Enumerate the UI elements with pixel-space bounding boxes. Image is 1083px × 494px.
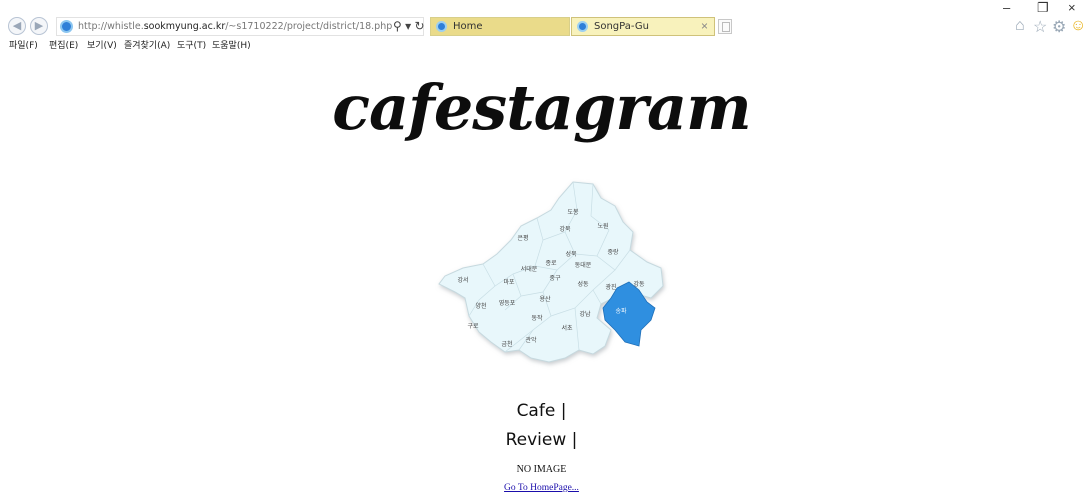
menu-view[interactable]: 보기(V) bbox=[87, 38, 117, 51]
minimize-icon[interactable]: – bbox=[1003, 0, 1010, 15]
gear-icon[interactable]: ⚙ bbox=[1052, 17, 1066, 37]
district-label: 강서 bbox=[457, 276, 468, 284]
home-icon[interactable]: ⌂ bbox=[1015, 17, 1025, 35]
menu-edit[interactable]: 편집(E) bbox=[49, 38, 78, 51]
browser-chrome: ◀ ▶ http://whistle.sookmyung.ac.kr/~s171… bbox=[0, 0, 1083, 51]
district-label: 금천 bbox=[501, 340, 512, 348]
search-refresh-icon[interactable]: ⚲ ▾ ↻ bbox=[393, 19, 425, 33]
tab-label: Home bbox=[453, 21, 483, 32]
district-label: 강동 bbox=[633, 280, 645, 288]
tab-songpa[interactable]: SongPa-Gu × bbox=[571, 17, 715, 36]
district-label: 강남 bbox=[579, 310, 591, 318]
forward-button[interactable]: ▶ bbox=[30, 17, 48, 35]
url-text: http://whistle.sookmyung.ac.kr/~s1710222… bbox=[78, 21, 393, 32]
district-label: 양천 bbox=[475, 302, 486, 310]
district-label: 종로 bbox=[545, 260, 557, 267]
back-button[interactable]: ◀ bbox=[8, 17, 26, 35]
menu-file[interactable]: 파일(F) bbox=[9, 38, 38, 51]
cafe-link[interactable]: Cafe | bbox=[0, 401, 1083, 421]
district-label: 광진 bbox=[605, 283, 616, 291]
district-label: 송파 bbox=[615, 307, 627, 315]
district-label: 은평 bbox=[517, 234, 528, 242]
district-label: 노원 bbox=[597, 222, 608, 230]
ie-page-icon bbox=[60, 20, 73, 33]
menu-bar: 파일(F) 편집(E) 보기(V) 즐겨찾기(A) 도구(T) 도움말(H) bbox=[0, 38, 1083, 51]
menu-tools[interactable]: 도구(T) bbox=[177, 38, 206, 51]
district-label: 동작 bbox=[531, 315, 543, 322]
ie-tab-icon bbox=[577, 21, 588, 32]
address-bar[interactable]: http://whistle.sookmyung.ac.kr/~s1710222… bbox=[56, 17, 425, 36]
district-label: 구로 bbox=[467, 323, 479, 330]
district-label: 서대문 bbox=[521, 265, 538, 273]
district-label: 마포 bbox=[503, 278, 515, 286]
district-label: 강북 bbox=[559, 225, 571, 233]
close-icon[interactable]: × bbox=[1068, 0, 1076, 15]
tab-close-icon[interactable]: × bbox=[701, 19, 708, 33]
go-to-homepage-link[interactable]: Go To HomePage... bbox=[0, 483, 1083, 493]
district-label: 동대문 bbox=[575, 261, 592, 269]
site-logo[interactable]: cafestagram bbox=[0, 68, 1083, 148]
district-label: 서초 bbox=[561, 324, 573, 332]
review-link[interactable]: Review | bbox=[0, 430, 1083, 450]
district-label: 성동 bbox=[577, 280, 589, 288]
seoul-district-map[interactable]: 도봉강북 노원은평성북 중랑종로 동대문서대문강서 마포 중구성동 광진 강동용산양천 영등포동… bbox=[425, 170, 675, 380]
new-tab-button[interactable] bbox=[718, 19, 732, 34]
tab-label: SongPa-Gu bbox=[594, 21, 649, 32]
district-label: 중구 bbox=[549, 275, 561, 282]
district-label: 성북 bbox=[565, 250, 577, 258]
district-label: 용산 bbox=[539, 295, 551, 303]
menu-help[interactable]: 도움말(H) bbox=[212, 38, 251, 51]
restore-icon[interactable]: ❐ bbox=[1037, 0, 1049, 16]
tab-home[interactable]: Home bbox=[430, 17, 570, 36]
district-label: 영등포 bbox=[499, 299, 516, 307]
district-label: 중랑 bbox=[607, 249, 619, 256]
menu-favorites[interactable]: 즐겨찾기(A) bbox=[124, 38, 170, 51]
district-label: 관악 bbox=[525, 336, 537, 344]
no-image-text: NO IMAGE bbox=[516, 464, 567, 475]
ie-tab-icon bbox=[436, 21, 447, 32]
star-icon[interactable]: ☆ bbox=[1033, 17, 1047, 37]
district-label: 도봉 bbox=[567, 208, 579, 216]
smiley-icon[interactable]: ☺ bbox=[1070, 17, 1083, 35]
